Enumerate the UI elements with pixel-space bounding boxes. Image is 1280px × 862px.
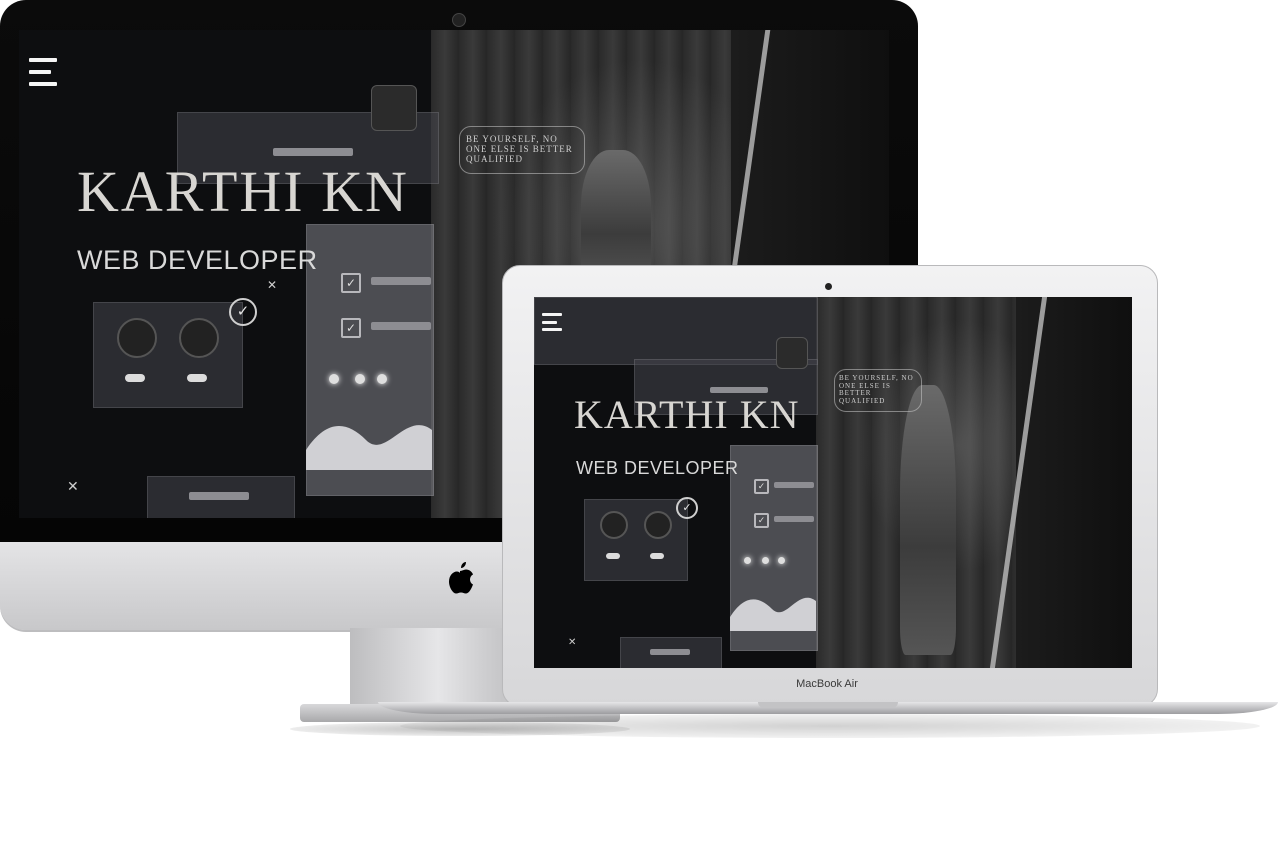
ui-dot — [744, 557, 751, 564]
ui-wave-chart — [730, 597, 816, 631]
product-thumb — [179, 318, 219, 358]
checkbox-checked-icon: ✓ — [341, 318, 361, 338]
macbook-screen: BE YOURSELF, NO ONE ELSE IS BETTER QUALI… — [534, 297, 1132, 668]
ui-bar — [273, 148, 353, 156]
money-bag-icon — [371, 85, 417, 131]
close-x-icon: ✕ — [67, 478, 79, 494]
quote-text: BE YOURSELF, NO ONE ELSE IS BETTER QUALI… — [839, 374, 914, 406]
ui-bar — [774, 516, 814, 522]
apple-logo-icon — [449, 562, 473, 594]
macbook-shadow — [400, 714, 1260, 738]
role-subtitle: WEB DEVELOPER — [77, 245, 318, 275]
ui-dot — [377, 374, 387, 384]
ui-dot — [355, 374, 365, 384]
macbook-camera — [825, 283, 832, 290]
person-figure — [900, 385, 956, 655]
money-bag-icon — [776, 337, 808, 369]
ui-dot — [329, 374, 339, 384]
ui-bar — [650, 649, 690, 655]
quote-bubble: BE YOURSELF, NO ONE ELSE IS BETTER QUALI… — [459, 126, 585, 174]
close-x-icon: ✕ — [568, 637, 577, 648]
checkbox-checked-icon: ✓ — [754, 513, 769, 528]
macbook-opening-notch — [758, 702, 898, 708]
ui-panel-products — [584, 499, 688, 581]
imac-camera — [452, 13, 466, 27]
hamburger-menu-icon[interactable] — [542, 313, 562, 331]
product-thumb — [117, 318, 157, 358]
ui-wave-chart — [306, 425, 432, 470]
ui-dot — [778, 557, 785, 564]
ui-bar — [371, 277, 431, 285]
check-circle-icon: ✓ — [229, 298, 257, 326]
hamburger-menu-icon[interactable] — [29, 58, 57, 86]
role-subtitle: WEB DEVELOPER — [576, 458, 739, 478]
macbook-label: MacBook Air — [796, 678, 858, 690]
checkbox-checked-icon: ✓ — [754, 479, 769, 494]
quote-text: BE YOURSELF, NO ONE ELSE IS BETTER QUALI… — [466, 134, 573, 164]
product-thumb — [600, 511, 628, 539]
ui-pill — [125, 374, 145, 382]
ui-bar — [774, 482, 814, 488]
ui-panel-products — [93, 302, 243, 408]
ui-bar — [371, 322, 431, 330]
product-thumb — [644, 511, 672, 539]
close-x-icon: ✕ — [267, 278, 278, 292]
hero-photo — [816, 297, 1132, 668]
ui-bar — [189, 492, 249, 500]
quote-bubble: BE YOURSELF, NO ONE ELSE IS BETTER QUALI… — [834, 369, 922, 412]
check-circle-icon: ✓ — [676, 497, 698, 519]
brand-title: KARTHI KN — [574, 392, 800, 437]
ui-pill — [606, 553, 620, 559]
ui-pill — [187, 374, 207, 382]
ui-dot — [762, 557, 769, 564]
checkbox-checked-icon: ✓ — [341, 273, 361, 293]
brand-title: KARTHI KN — [77, 159, 409, 224]
ui-pill — [650, 553, 664, 559]
